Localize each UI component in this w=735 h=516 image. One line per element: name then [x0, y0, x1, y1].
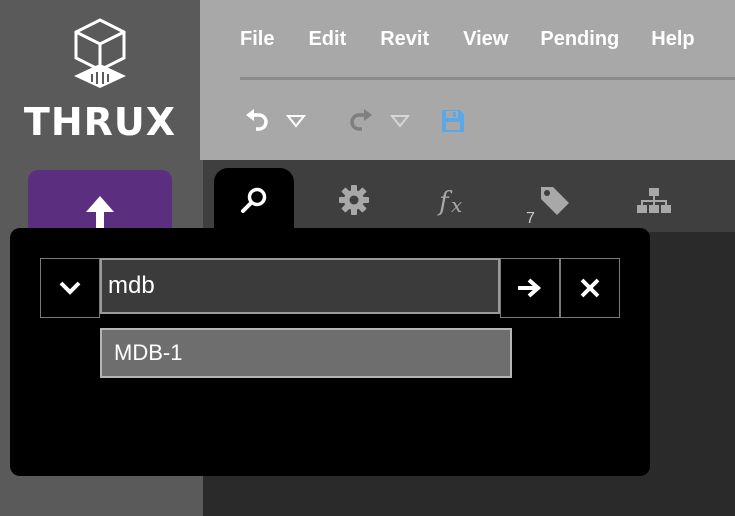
search-suggestion-item[interactable]: MDB-1 — [100, 328, 512, 378]
tab-settings[interactable] — [314, 168, 394, 232]
menu-divider — [240, 77, 735, 80]
redo-icon — [350, 109, 372, 131]
menu-pending[interactable]: Pending — [540, 28, 619, 51]
gear-icon — [339, 185, 369, 215]
menu-revit[interactable]: Revit — [380, 28, 429, 51]
undo-button[interactable] — [242, 106, 272, 136]
logo-icon — [74, 18, 126, 88]
logo-block: THRUX — [0, 0, 200, 160]
tab-search[interactable] — [214, 168, 294, 232]
tab-tags[interactable]: 7 — [514, 168, 594, 232]
menu-edit[interactable]: Edit — [308, 28, 346, 51]
menubar: File Edit Revit View Pending Help — [240, 28, 695, 51]
search-popup: MDB-1 — [10, 228, 650, 476]
save-button[interactable] — [438, 106, 468, 136]
tab-formula[interactable]: f x — [414, 168, 494, 232]
search-clear-button[interactable] — [560, 258, 620, 318]
tabs-bar: f x 7 — [203, 160, 735, 232]
tag-icon — [541, 187, 569, 215]
redo-button[interactable] — [346, 106, 376, 136]
search-row — [40, 258, 620, 318]
tags-count: 7 — [526, 210, 535, 227]
undo-history-dropdown[interactable] — [284, 106, 308, 136]
fx-icon: f x — [437, 187, 462, 216]
menu-view[interactable]: View — [463, 28, 508, 51]
search-input[interactable] — [100, 258, 500, 314]
tab-hierarchy[interactable] — [614, 168, 694, 232]
chevron-down-icon — [59, 281, 81, 295]
undo-icon — [246, 109, 268, 131]
triangle-down-icon — [390, 115, 410, 128]
search-icon — [241, 187, 267, 213]
svg-text:x: x — [451, 193, 462, 216]
save-icon — [442, 110, 464, 132]
triangle-down-icon — [286, 115, 306, 128]
hierarchy-icon — [637, 188, 671, 213]
redo-history-dropdown[interactable] — [388, 106, 412, 136]
close-icon — [580, 278, 600, 298]
brand-name: THRUX — [23, 100, 177, 144]
search-go-button[interactable] — [500, 258, 560, 318]
menu-file[interactable]: File — [240, 28, 274, 51]
arrow-right-icon — [518, 278, 542, 298]
top-area: File Edit Revit View Pending Help — [200, 0, 735, 160]
search-options-dropdown[interactable] — [40, 258, 100, 318]
menu-help[interactable]: Help — [651, 28, 694, 51]
